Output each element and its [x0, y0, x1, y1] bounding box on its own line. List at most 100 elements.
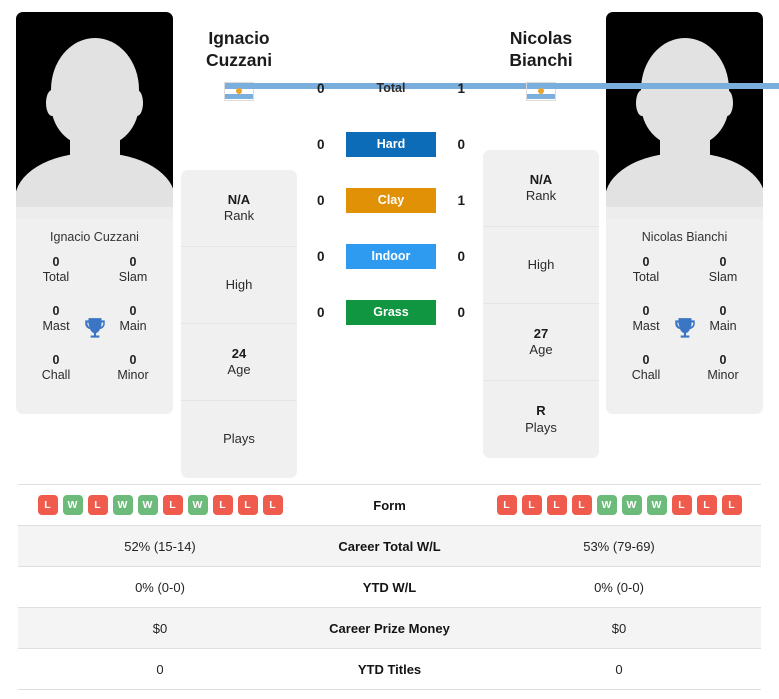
h2h-row-total: 0 Total 1: [306, 60, 476, 116]
h2h-left-score-grass: 0: [317, 304, 325, 320]
titles-chall-label-left: Chall: [41, 368, 71, 383]
h2h-total-label: Total: [376, 81, 406, 95]
avatar-base-shape: [606, 207, 763, 219]
form-badge-win[interactable]: W: [137, 495, 158, 515]
titles-total-label-left: Total: [42, 270, 70, 285]
h2h-right-score-indoor: 0: [457, 248, 465, 264]
info-rank-right: N/A Rank: [483, 150, 599, 227]
surface-badge-indoor[interactable]: Indoor: [346, 243, 436, 269]
form-badge-win[interactable]: W: [187, 495, 208, 515]
h2h-right-score-total: 1: [457, 80, 465, 96]
titles-slam-label-right: Slam: [708, 270, 738, 285]
titles-minor-value-right: 0: [719, 353, 727, 367]
titles-total-value-left: 0: [52, 255, 60, 269]
info-rank-value-right: N/A: [529, 171, 553, 187]
titles-total-label-right: Total: [632, 270, 660, 285]
table-value-career_total_wl-left: 52% (15-14): [124, 538, 196, 554]
info-plays-left: Plays: [181, 401, 297, 478]
table-value-ytd_titles-left: 0: [156, 661, 164, 677]
titles-chall-left: 0 Chall: [28, 353, 84, 402]
avatar-ear-left-shape: [636, 90, 648, 116]
form-badge-win[interactable]: W: [646, 495, 667, 515]
player-first-name-left: Ignacio: [208, 28, 270, 48]
info-age-value-right: 27: [533, 325, 549, 341]
info-age-value-left: 24: [231, 345, 247, 361]
titles-row-chall-minor-right: 0 Chall 0 Minor: [606, 353, 763, 402]
info-plays-value-right: R: [536, 403, 546, 419]
surface-badge-grass[interactable]: Grass: [346, 299, 436, 325]
form-badge-loss[interactable]: L: [571, 495, 592, 515]
surface-badge-clay[interactable]: Clay: [346, 187, 436, 213]
form-badge-loss[interactable]: L: [162, 495, 183, 515]
player-last-name-right: Bianchi: [509, 49, 573, 70]
form-badge-win[interactable]: W: [62, 495, 83, 515]
titles-slam-value-left: 0: [129, 255, 137, 269]
titles-mast-label-right: Mast: [632, 319, 660, 334]
player-name-right: Nicolas Bianchi: [606, 219, 763, 253]
player-first-name-right: Nicolas: [509, 28, 573, 48]
form-badge-loss[interactable]: L: [546, 495, 567, 515]
h2h-row-clay: 0 Clay 1: [306, 172, 476, 228]
info-plays-label-right: Plays: [525, 419, 557, 435]
info-card-left: N/A Rank High 24 Age Plays: [181, 170, 297, 478]
player-avatar-left: [16, 12, 173, 219]
info-plays-label-left: Plays: [223, 431, 255, 447]
info-card-right: N/A Rank High 27 Age R Plays: [483, 150, 599, 458]
form-badge-loss[interactable]: L: [87, 495, 108, 515]
h2h-row-indoor: 0 Indoor 0: [306, 228, 476, 284]
table-row: 52% (15-14) Career Total W/L 53% (79-69): [18, 526, 761, 567]
titles-minor-left: 0 Minor: [105, 353, 161, 402]
form-badge-loss[interactable]: L: [696, 495, 717, 515]
table-value-form-left: LWLWWLWLLL: [18, 495, 302, 515]
titles-chall-label-right: Chall: [631, 368, 661, 383]
info-age-left: 24 Age: [181, 324, 297, 401]
flag-stripe-bottom: [527, 93, 555, 100]
player-card-right[interactable]: Nicolas Bianchi 0 Total 0 Slam 0 Mast 0 …: [606, 12, 763, 414]
form-badge-win[interactable]: W: [596, 495, 617, 515]
titles-row-chall-minor-left: 0 Chall 0 Minor: [16, 353, 173, 402]
form-badge-loss[interactable]: L: [521, 495, 542, 515]
titles-minor-label-left: Minor: [117, 368, 149, 383]
trophy-icon: [672, 316, 698, 342]
player-comparison-page: Ignacio Cuzzani 0 Total 0 Slam 0 Mast 0 …: [0, 0, 779, 699]
form-badge-loss[interactable]: L: [37, 495, 58, 515]
info-age-label-right: Age: [529, 342, 553, 357]
form-badge-win[interactable]: W: [112, 495, 133, 515]
player-name-left: Ignacio Cuzzani: [16, 219, 173, 253]
table-value-career_total_wl-right: 53% (79-69): [583, 538, 655, 554]
titles-row-total-slam-left: 0 Total 0 Slam: [16, 255, 173, 304]
titles-mast-right: 0 Mast: [618, 304, 674, 353]
table-label-ytd_wl: YTD W/L: [362, 579, 417, 595]
form-badge-loss[interactable]: L: [721, 495, 742, 515]
titles-grid-right: 0 Total 0 Slam 0 Mast 0 Main 0 Chall 0 M…: [606, 253, 763, 414]
info-high-label-left: High: [225, 276, 253, 292]
player-header-right[interactable]: Nicolas Bianchi: [483, 28, 779, 101]
titles-minor-label-right: Minor: [707, 368, 739, 383]
titles-slam-label-left: Slam: [118, 270, 148, 285]
table-value-ytd_titles-right: 0: [615, 661, 623, 677]
titles-row-total-slam-right: 0 Total 0 Slam: [606, 255, 763, 304]
form-badge-loss[interactable]: L: [496, 495, 517, 515]
titles-chall-right: 0 Chall: [618, 353, 674, 402]
table-label-career_total_wl: Career Total W/L: [338, 538, 441, 554]
surface-badge-hard[interactable]: Hard: [346, 131, 436, 157]
flag-stripe-top: [527, 83, 779, 89]
form-badge-loss[interactable]: L: [671, 495, 692, 515]
player-header-left[interactable]: Ignacio Cuzzani: [181, 28, 779, 101]
form-badge-loss[interactable]: L: [237, 495, 258, 515]
avatar-base-shape: [16, 207, 173, 219]
titles-minor-value-left: 0: [129, 353, 137, 367]
form-badge-win[interactable]: W: [621, 495, 642, 515]
titles-main-value-left: 0: [129, 304, 137, 318]
form-strip-right: LLLLWWWLLL: [477, 495, 761, 515]
form-badge-loss[interactable]: L: [262, 495, 283, 515]
info-high-right: High: [483, 227, 599, 304]
argentina-flag-icon: [224, 81, 779, 101]
form-badge-loss[interactable]: L: [212, 495, 233, 515]
titles-slam-value-right: 0: [719, 255, 727, 269]
player-card-left[interactable]: Ignacio Cuzzani 0 Total 0 Slam 0 Mast 0 …: [16, 12, 173, 414]
titles-main-value-right: 0: [719, 304, 727, 318]
titles-main-right: 0 Main: [695, 304, 751, 353]
titles-mast-label-left: Mast: [42, 319, 70, 334]
titles-mast-value-right: 0: [642, 304, 650, 318]
